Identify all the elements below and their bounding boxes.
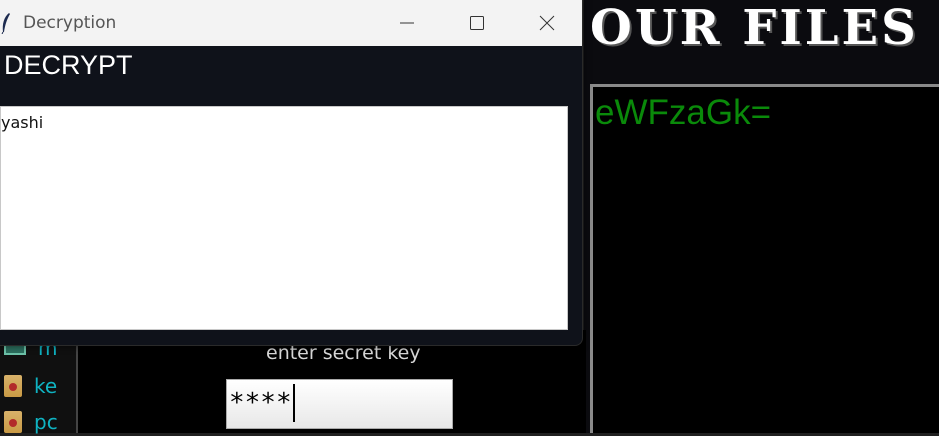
window-controls xyxy=(372,0,582,46)
minimize-icon xyxy=(400,22,414,24)
maximize-icon xyxy=(470,16,484,30)
sidebar-item-label: pc xyxy=(34,410,58,434)
maximize-button[interactable] xyxy=(442,0,512,46)
sidebar-item[interactable]: pc xyxy=(4,408,58,436)
window-title: Decryption xyxy=(23,13,117,33)
text-caret xyxy=(292,384,295,422)
output-box[interactable]: eWFzaGk= xyxy=(590,84,939,433)
window-titlebar[interactable]: Decryption xyxy=(0,0,582,46)
banner-title: OUR FILES ' xyxy=(590,0,939,56)
decrypt-heading: DECRYPT xyxy=(4,50,133,80)
decryption-window: Decryption DECRYPT yashi xyxy=(0,0,583,346)
sidebar-item-label: ke xyxy=(34,374,58,398)
file-key-icon xyxy=(4,375,22,397)
secret-key-input[interactable]: **** xyxy=(226,379,453,429)
feather-icon xyxy=(1,13,10,34)
minimize-button[interactable] xyxy=(372,0,442,46)
output-text: eWFzaGk= xyxy=(595,93,772,132)
secret-key-value: **** xyxy=(229,388,292,418)
close-icon xyxy=(539,15,555,31)
sidebar-item[interactable]: ke xyxy=(4,372,57,400)
decrypted-text-area[interactable]: yashi xyxy=(0,106,568,330)
close-button[interactable] xyxy=(512,0,582,46)
file-key-icon xyxy=(4,411,22,433)
